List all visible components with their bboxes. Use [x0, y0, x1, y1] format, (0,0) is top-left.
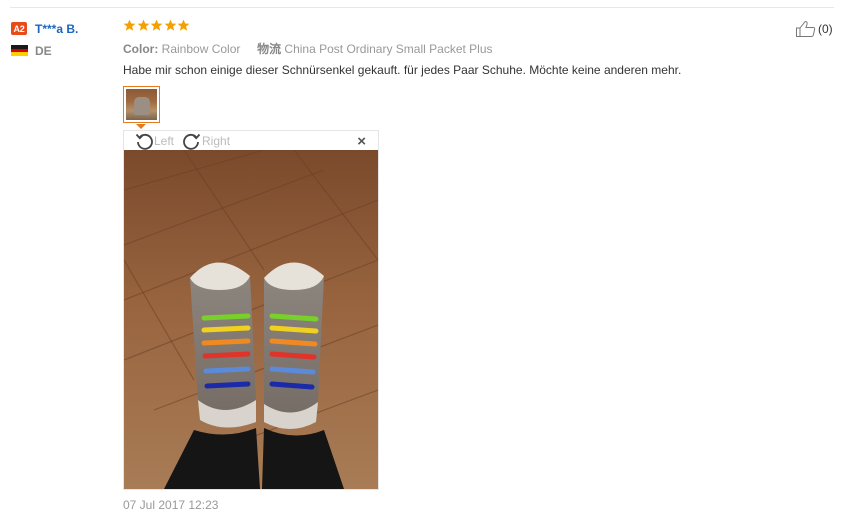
- logistics-label: 物流: [257, 42, 282, 56]
- rotate-left-button[interactable]: Left: [134, 131, 174, 151]
- helpful-button[interactable]: (0): [795, 20, 833, 38]
- helpful-count: (0): [818, 22, 833, 36]
- thumbnail-selected-caret: [136, 124, 146, 129]
- rotate-left-label: Left: [154, 134, 175, 148]
- shoes-photo-image: [124, 150, 378, 489]
- reviewer-country: DE: [11, 43, 52, 58]
- rotate-left-icon: [134, 131, 154, 151]
- thumbnail-image: [126, 89, 157, 120]
- review-photo: [124, 150, 378, 489]
- rotate-right-icon: [182, 131, 202, 151]
- star-icon: [177, 19, 190, 32]
- germany-flag-icon: [11, 45, 28, 57]
- close-viewer-button[interactable]: ×: [357, 134, 366, 149]
- star-icon: [164, 19, 177, 32]
- star-rating: [123, 19, 191, 32]
- color-attribute-label: Color:: [123, 42, 159, 56]
- rotate-right-label: Right: [202, 134, 231, 148]
- rotate-right-button[interactable]: Right: [182, 131, 230, 151]
- star-icon: [123, 19, 136, 32]
- thumbs-up-icon: [795, 20, 817, 38]
- order-attributes: Color: Rainbow Color 物流 China Post Ordin…: [123, 40, 493, 57]
- color-attribute-value: Rainbow Color: [161, 42, 241, 56]
- review-timestamp: 07 Jul 2017 12:23: [123, 498, 219, 512]
- reviewer-name[interactable]: T***a B.: [35, 22, 78, 36]
- top-divider: [10, 7, 834, 8]
- review-text: Habe mir schon einige dieser Schnürsenke…: [123, 63, 682, 77]
- star-icon: [150, 19, 163, 32]
- photo-viewer-toolbar: Left Right ×: [124, 131, 378, 151]
- star-icon: [137, 19, 150, 32]
- review-photo-thumbnail[interactable]: [123, 86, 160, 123]
- logistics-value: China Post Ordinary Small Packet Plus: [284, 42, 493, 56]
- photo-viewer: Left Right ×: [123, 130, 379, 490]
- reviewer-info: A2 T***a B.: [11, 21, 78, 36]
- country-code: DE: [35, 43, 52, 58]
- buyer-level-badge: A2: [11, 22, 27, 35]
